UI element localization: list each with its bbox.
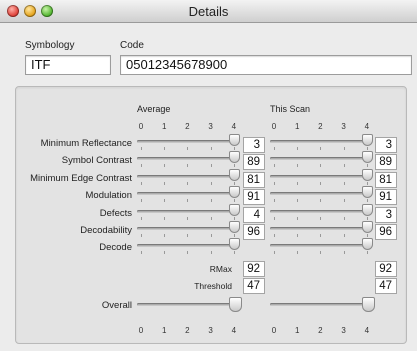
decodability-scan-knob — [361, 221, 373, 233]
average-bottom-tick-0: 0 — [138, 326, 144, 335]
decode-average-knob — [228, 238, 240, 251]
defects-scan-slider — [270, 203, 373, 221]
average-top-tick-2: 2 — [185, 122, 190, 131]
decodability-label: Decodability — [80, 225, 132, 236]
scan-top-tick-2: 2 — [318, 122, 323, 131]
symbology-field[interactable]: ITF — [25, 55, 111, 75]
defects-average-value: 4 — [243, 206, 265, 223]
minimum-edge-contrast-label: Minimum Edge Contrast — [30, 172, 132, 184]
code-field[interactable]: 05012345678900 — [120, 55, 412, 75]
code-label: Code — [120, 40, 144, 51]
minimum-reflectance-scan-knob — [361, 134, 373, 146]
rmax-scan-value: 92 — [375, 261, 397, 277]
symbol-contrast-scan-slider — [270, 150, 373, 168]
minimum-edge-contrast-average-slider — [137, 168, 240, 186]
minimum-edge-contrast-average-value: 81 — [243, 171, 265, 188]
overall-scan-slider — [270, 296, 375, 318]
window-title: Details — [188, 4, 229, 19]
decode-label: Decode — [99, 242, 132, 254]
scan-bottom-tick-4: 4 — [364, 326, 370, 335]
modulation-average-knob — [228, 186, 240, 199]
decodability-average-slider — [137, 220, 240, 238]
modulation-average-slider — [137, 185, 240, 203]
rmax-average-value: 92 — [243, 261, 265, 277]
scan-top-tick-4: 4 — [364, 122, 370, 131]
symbol-contrast-scan-knob — [361, 151, 373, 164]
decodability-scan-value: 96 — [375, 224, 397, 240]
defects-label: Defects — [99, 207, 132, 219]
average-top-tick-0: 0 — [138, 122, 144, 131]
minimum-reflectance-label: Minimum Reflectance — [40, 138, 132, 149]
average-bottom-tick-4: 4 — [231, 326, 237, 335]
symbol-contrast-average-value: 89 — [243, 154, 265, 171]
minimum-edge-contrast-scan-slider — [270, 168, 373, 186]
defects-average-knob — [228, 203, 240, 216]
scan-bottom-tick-2: 2 — [318, 326, 323, 335]
overall-scan-knob — [361, 297, 375, 312]
modulation-scan-slider — [270, 185, 373, 203]
decode-scan-knob — [361, 238, 373, 251]
average-bottom-tick-1: 1 — [161, 326, 167, 335]
average-top-tick-3: 3 — [208, 122, 213, 131]
scan-bottom-tick-3: 3 — [341, 326, 346, 335]
symbol-contrast-label: Symbol Contrast — [61, 155, 132, 167]
minimum-edge-contrast-average-knob — [228, 168, 240, 181]
average-column-header: Average — [137, 104, 171, 114]
defects-scan-value: 3 — [375, 206, 397, 223]
symbol-contrast-scan-value: 89 — [375, 154, 397, 171]
scan-bottom-tick-0: 0 — [271, 326, 277, 335]
modulation-label: Modulation — [85, 190, 132, 202]
minimum-edge-contrast-scan-knob — [361, 168, 373, 181]
this-scan-column-header: This Scan — [270, 104, 311, 114]
minimum-reflectance-scan-slider — [270, 133, 373, 151]
symbol-contrast-average-slider — [137, 150, 240, 168]
minimum-reflectance-average-knob — [228, 134, 240, 146]
overall-average-knob — [228, 297, 242, 312]
minimum-reflectance-average-value: 3 — [243, 137, 265, 153]
decode-scan-slider — [270, 237, 373, 255]
minimum-reflectance-average-slider — [137, 133, 240, 151]
modulation-scan-value: 91 — [375, 189, 397, 206]
scan-top-tick-3: 3 — [341, 122, 346, 131]
modulation-average-value: 91 — [243, 189, 265, 206]
average-top-tick-1: 1 — [161, 122, 167, 131]
decode-average-slider — [137, 237, 240, 255]
threshold-label: Threshold — [194, 281, 232, 291]
threshold-average-value: 47 — [243, 278, 265, 294]
rmax-label: RMax — [209, 264, 232, 274]
symbol-contrast-average-knob — [228, 151, 240, 164]
average-top-tick-4: 4 — [231, 122, 237, 131]
decodability-average-knob — [228, 221, 240, 233]
minimum-edge-contrast-scan-value: 81 — [375, 171, 397, 188]
threshold-scan-value: 47 — [375, 278, 397, 294]
scan-top-tick-0: 0 — [271, 122, 277, 131]
symbology-label: Symbology — [25, 40, 75, 51]
modulation-scan-knob — [361, 186, 373, 199]
overall-label: Overall — [101, 300, 132, 311]
minimum-reflectance-scan-value: 3 — [375, 137, 397, 153]
average-bottom-tick-3: 3 — [208, 326, 213, 335]
overall-average-slider — [137, 296, 242, 318]
defects-average-slider — [137, 203, 240, 221]
scan-top-tick-1: 1 — [294, 122, 300, 131]
average-bottom-tick-2: 2 — [185, 326, 190, 335]
defects-scan-knob — [361, 203, 373, 216]
decodability-average-value: 96 — [243, 224, 265, 240]
decodability-scan-slider — [270, 220, 373, 238]
scan-bottom-tick-1: 1 — [294, 326, 300, 335]
